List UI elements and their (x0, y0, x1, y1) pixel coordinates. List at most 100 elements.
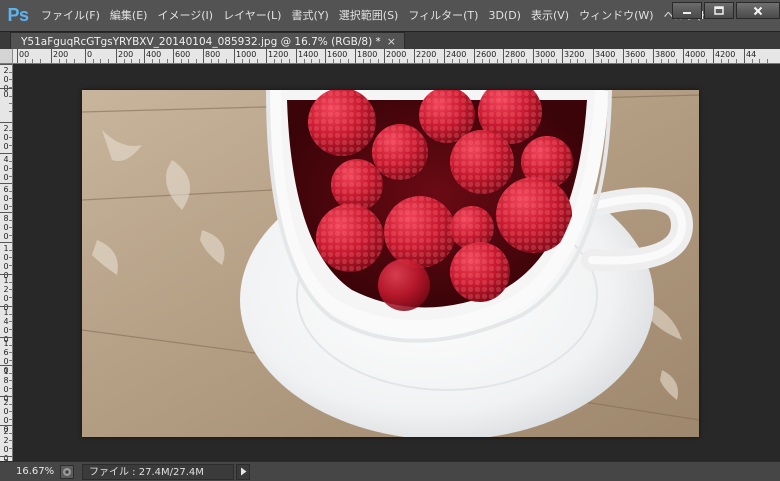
zoom-level[interactable]: 16.67% (0, 466, 54, 477)
ruler-label: 800 (205, 50, 221, 59)
ruler-minor-tick (180, 59, 182, 63)
ruler-minor-tick (548, 59, 549, 63)
ruler-minor-tick (9, 219, 12, 221)
ruler-minor-tick (281, 59, 282, 63)
ruler-minor-tick (9, 129, 12, 131)
ruler-minor-tick (249, 59, 250, 63)
menu-view[interactable]: 表示(V) (526, 0, 574, 31)
ruler-major-tick (0, 64, 12, 65)
horizontal-ruler[interactable]: 00 200 0 200 400 600 800 1000 1200 1400 1600 1800 20… (13, 49, 780, 64)
ruler-major-tick (533, 49, 534, 63)
tab-close-icon[interactable]: × (387, 35, 396, 48)
menu-type[interactable]: 書式(Y) (286, 0, 333, 31)
ruler-minor-tick (759, 59, 760, 63)
ruler-minor-tick (518, 59, 519, 63)
ruler-major-tick (144, 49, 145, 63)
menu-bar: Ps ファイル(F) 編集(E) イメージ(I) レイヤー(L) 書式(Y) 選… (0, 0, 780, 31)
ruler-major-tick (0, 365, 12, 366)
ruler-major-tick (325, 49, 326, 63)
ruler-minor-tick (9, 168, 12, 169)
document-canvas[interactable] (82, 90, 699, 437)
ruler-label: 2800 (505, 50, 526, 59)
ruler-minor-tick (436, 59, 438, 63)
menu-image[interactable]: イメージ(I) (152, 0, 218, 31)
ruler-minor-tick (9, 411, 12, 412)
ruler-minor-tick (9, 344, 12, 346)
ruler-minor-tick (347, 59, 349, 63)
main-menu: ファイル(F) 編集(E) イメージ(I) レイヤー(L) 書式(Y) 選択範囲… (36, 0, 714, 31)
menu-3d[interactable]: 3D(D) (483, 0, 526, 31)
ruler-minor-tick (9, 440, 12, 441)
close-button[interactable] (736, 2, 780, 19)
ruler-minor-tick (370, 59, 371, 63)
ruler-major-tick (296, 49, 297, 63)
ruler-major-tick (0, 88, 12, 89)
ruler-minor-tick (466, 59, 468, 63)
ruler-label: 600 (175, 50, 191, 59)
ruler-label: 00 (19, 50, 30, 59)
document-info-icon[interactable] (60, 464, 74, 479)
menu-filter[interactable]: フィルター(T) (403, 0, 483, 31)
ruler-minor-tick (9, 387, 12, 389)
ruler-minor-tick (39, 59, 41, 63)
menu-file[interactable]: ファイル(F) (36, 0, 105, 31)
ruler-major-tick (503, 49, 504, 63)
ruler-major-tick (0, 337, 12, 338)
ruler-origin[interactable] (0, 49, 13, 64)
ruler-minor-tick (273, 59, 275, 63)
ruler-minor-tick (421, 59, 423, 63)
ruler-minor-tick (377, 59, 379, 63)
ruler-minor-tick (9, 418, 12, 420)
ruler-label: 2200 (416, 50, 437, 59)
ruler-minor-tick (751, 59, 753, 63)
document-tab[interactable]: Y51aFguqRcGTgsYRYBXV_20140104_085932.jpg… (10, 32, 405, 50)
ruler-minor-tick (107, 59, 109, 63)
ruler-minor-tick (9, 264, 12, 266)
ruler-minor-tick (9, 205, 12, 207)
ruler-label: 4200 (715, 50, 736, 59)
ruler-major-tick (474, 49, 475, 63)
ruler-minor-tick (720, 59, 722, 63)
ruler-label: 3400 (595, 50, 616, 59)
ruler-major-tick (0, 242, 12, 243)
ruler-major-tick (562, 49, 563, 63)
ruler-minor-tick (600, 59, 602, 63)
ruler-label: 3000 (535, 50, 556, 59)
ruler-minor-tick (188, 59, 189, 63)
menu-window[interactable]: ウィンドウ(W) (574, 0, 658, 31)
ruler-label: 2400 (446, 50, 467, 59)
ruler-minor-tick (318, 59, 320, 63)
ruler-label: 1200 (268, 50, 289, 59)
ruler-minor-tick (9, 313, 12, 315)
ruler-minor-tick (9, 190, 12, 192)
ruler-major-tick (355, 49, 356, 63)
menu-layer[interactable]: レイヤー(L) (218, 0, 286, 31)
ruler-label: 2000 (386, 50, 407, 59)
ruler-minor-tick (9, 380, 12, 381)
ruler-minor-tick (24, 59, 26, 63)
vertical-ruler[interactable]: 2 0 002 0 04 0 06 0 08 0 01 0 0 01 2 0 0… (0, 64, 13, 461)
ruler-label: 44 (746, 50, 757, 59)
ruler-major-tick (744, 49, 745, 63)
ruler-major-tick (85, 49, 86, 63)
ruler-minor-tick (9, 110, 12, 112)
ruler-major-tick (444, 49, 445, 63)
ruler-minor-tick (766, 59, 768, 63)
ruler-minor-tick (218, 59, 219, 63)
ruler-minor-tick (496, 59, 498, 63)
menu-select[interactable]: 選択範囲(S) (334, 0, 404, 31)
close-icon (753, 6, 763, 15)
ruler-minor-tick (9, 71, 12, 73)
minimize-button[interactable] (672, 2, 702, 19)
ruler-minor-tick (131, 59, 132, 63)
maximize-button[interactable] (704, 2, 734, 19)
ruler-minor-tick (159, 59, 160, 63)
ruler-minor-tick (459, 59, 460, 63)
ruler-minor-tick (481, 59, 483, 63)
photoshop-logo[interactable]: Ps (0, 0, 36, 31)
status-menu-button[interactable] (236, 463, 250, 480)
ruler-major-tick (116, 49, 117, 63)
ruler-label: 4000 (685, 50, 706, 59)
ruler-major-tick (414, 49, 415, 63)
menu-edit[interactable]: 編集(E) (105, 0, 153, 31)
